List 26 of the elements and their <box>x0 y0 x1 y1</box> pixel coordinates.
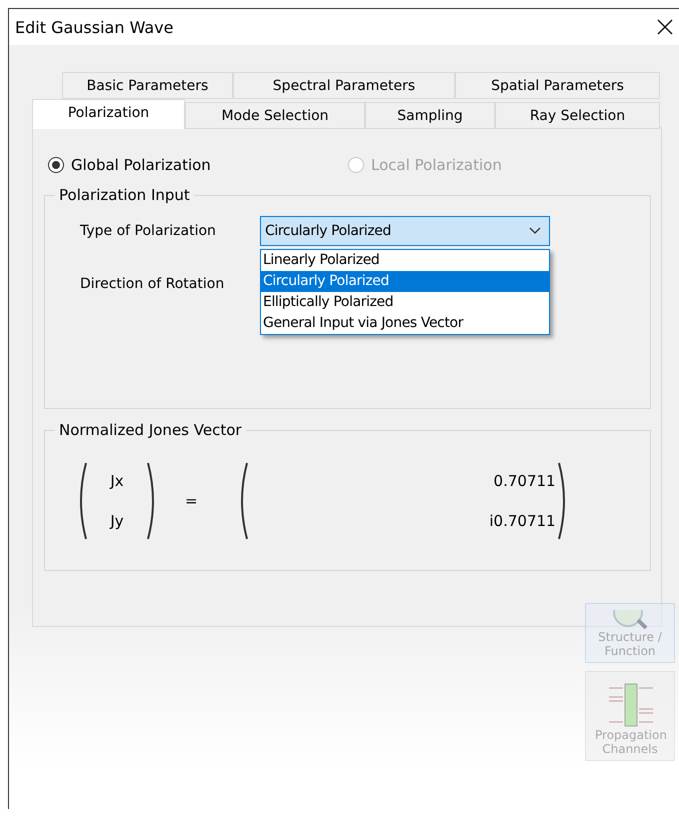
tab[interactable]: Ray Selection <box>495 102 660 129</box>
field-label: Type of Polarization <box>80 223 217 239</box>
vector-component: Jy <box>110 512 124 530</box>
group-title: Polarization Input <box>58 186 191 204</box>
dropdown-option[interactable]: Circularly Polarized <box>261 271 549 292</box>
equals-sign: = <box>185 492 198 510</box>
dropdown-option[interactable]: General Input via Jones Vector <box>261 313 549 334</box>
chevron-icon <box>529 227 541 235</box>
tab[interactable]: Basic Parameters <box>62 72 233 99</box>
polarization-dropdown[interactable]: Circularly Polarized <box>260 216 550 246</box>
close-icon[interactable] <box>656 18 674 36</box>
group-title: Normalized Jones Vector <box>58 421 243 439</box>
magnifier-icon <box>610 610 650 630</box>
tab[interactable]: Mode Selection <box>185 102 365 129</box>
dropdown-option[interactable]: Elliptically Polarized <box>261 292 549 313</box>
vector-component: Jx <box>110 472 124 490</box>
radio-button[interactable]: Global Polarization <box>48 156 228 174</box>
vector-value: i0.70711 <box>489 512 556 530</box>
window-title: Edit Gaussian Wave <box>15 18 174 36</box>
dropdown-option[interactable]: Linearly Polarized <box>261 250 549 271</box>
tab[interactable]: Spectral Parameters <box>233 72 455 99</box>
vector-value: 0.70711 <box>494 472 556 490</box>
tab[interactable]: Sampling <box>365 102 495 129</box>
tab[interactable]: Spatial Parameters <box>455 72 660 99</box>
tab[interactable]: Polarization <box>32 99 185 129</box>
field-label: Direction of Rotation <box>80 276 226 292</box>
